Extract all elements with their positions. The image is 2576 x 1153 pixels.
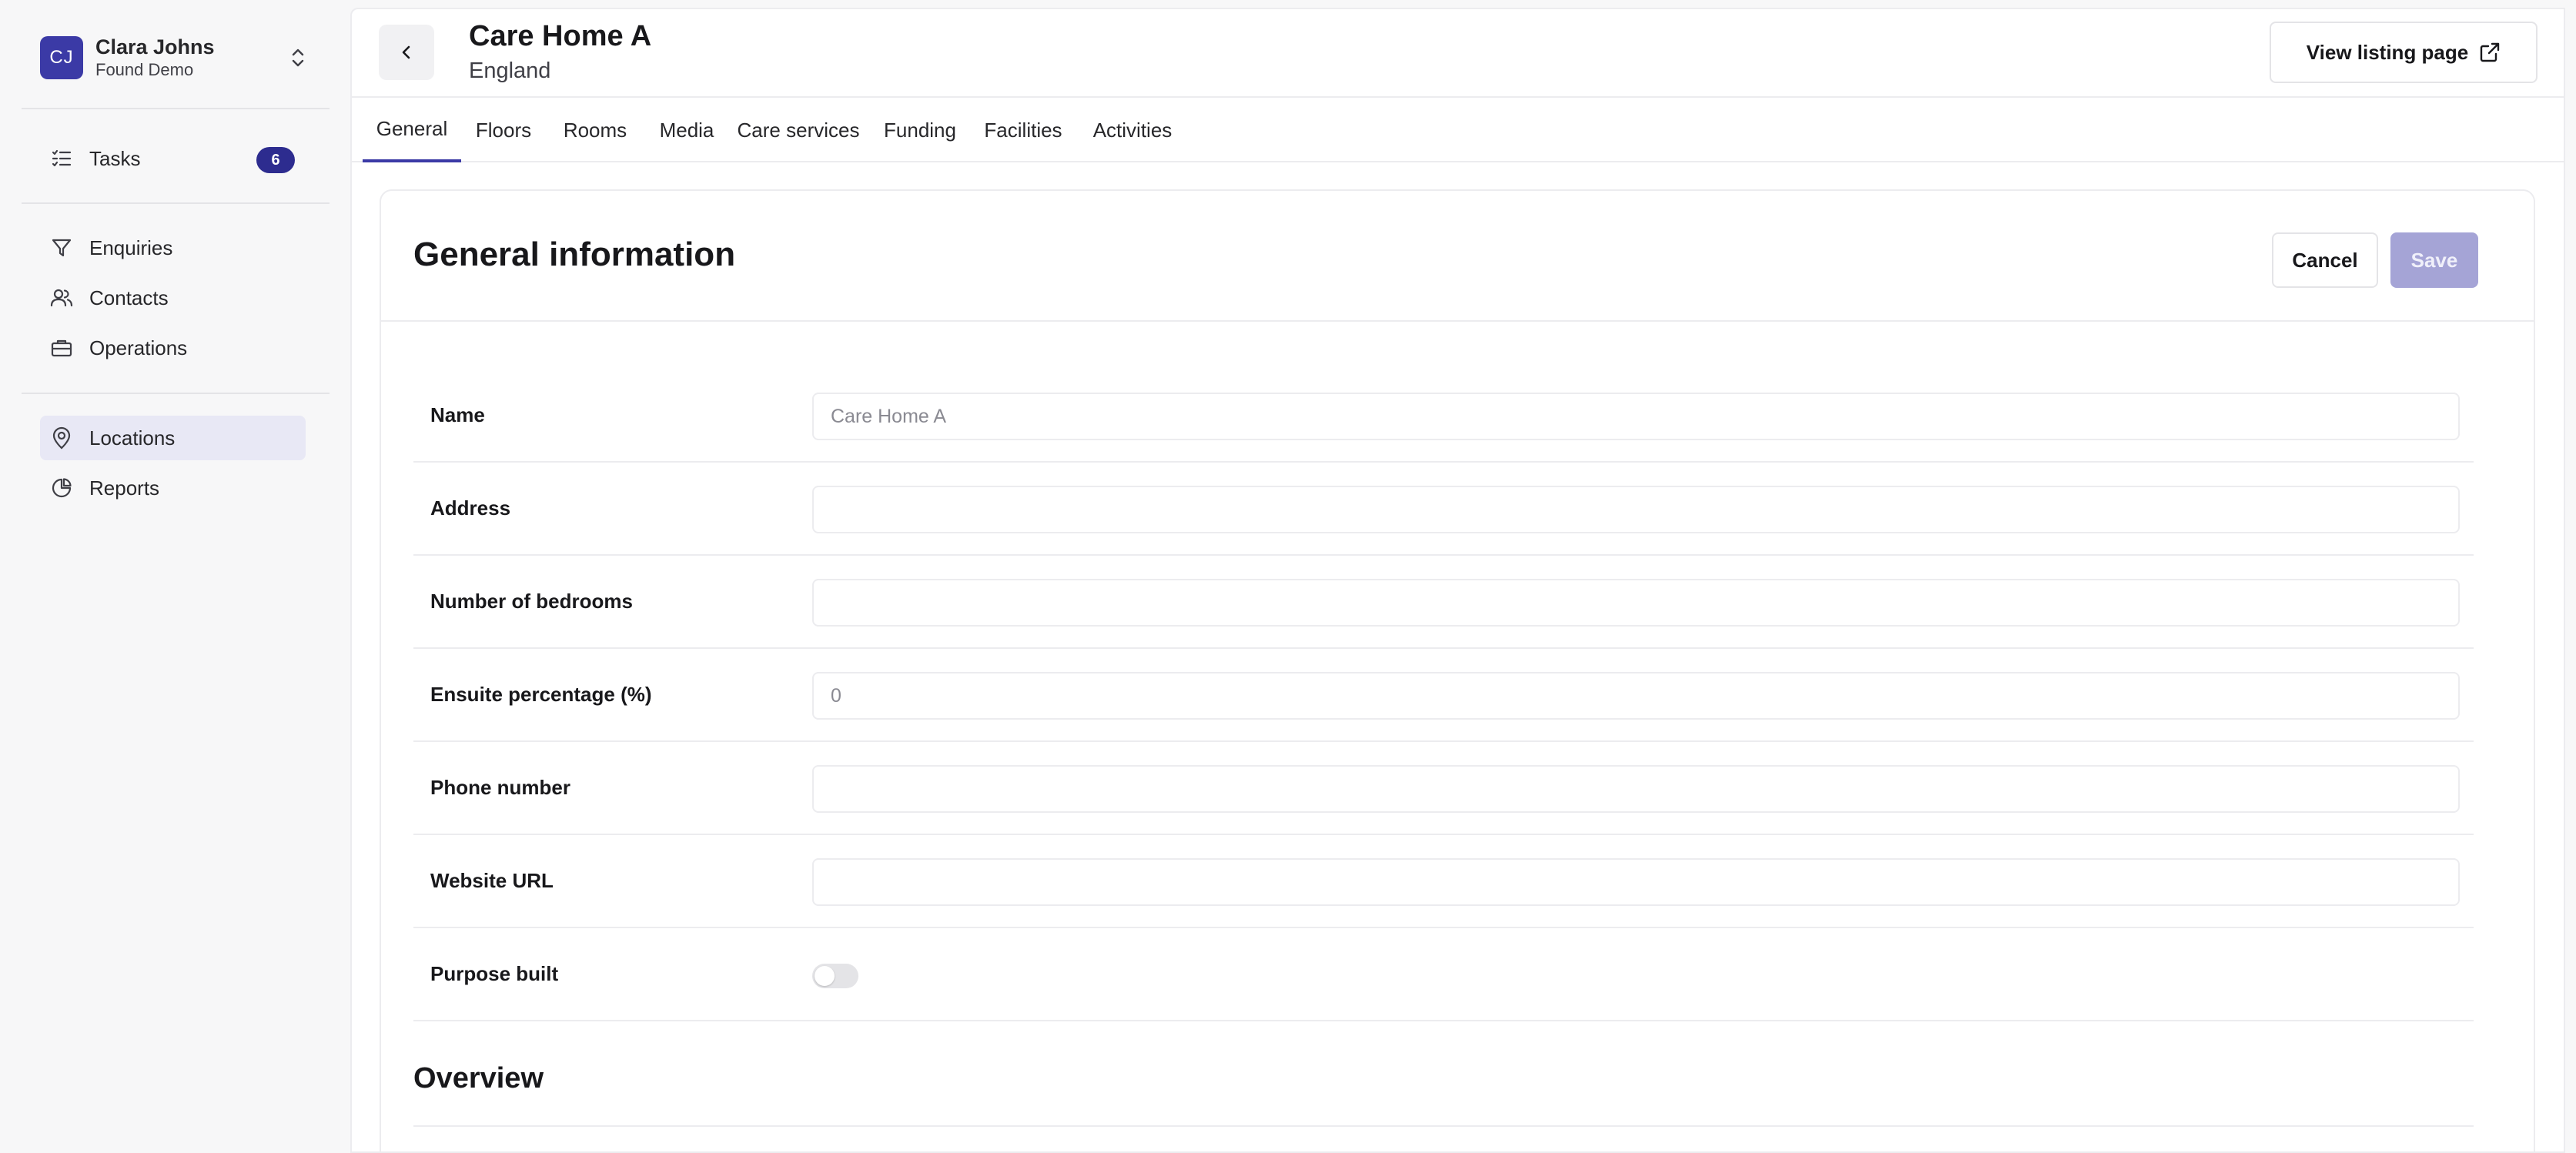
phone-input[interactable] (812, 765, 2460, 813)
tab-rooms[interactable]: Rooms (557, 98, 634, 162)
website-url-input[interactable] (812, 858, 2460, 906)
chevron-up-down-icon[interactable] (286, 45, 309, 71)
sidebar-item-contacts[interactable]: Contacts (40, 276, 306, 320)
tab-general[interactable]: General (363, 98, 461, 162)
section-title: General information (413, 236, 736, 273)
tab-media[interactable]: Media (652, 98, 721, 162)
account-switcher[interactable]: CJ Clara Johns Found Demo (40, 34, 309, 82)
sidebar-item-label: Locations (89, 426, 176, 450)
list-check-icon (49, 146, 74, 171)
chevron-left-icon (402, 45, 410, 59)
tab-activities[interactable]: Activities (1088, 98, 1177, 162)
sidebar-item-enquiries[interactable]: Enquiries (40, 226, 306, 270)
sidebar-divider (22, 108, 330, 109)
toggle-knob (815, 966, 835, 986)
users-icon (49, 286, 74, 310)
section-divider (413, 1125, 2474, 1127)
form-row-ensuite: Ensuite percentage (%) (413, 649, 2474, 742)
sidebar-divider (22, 202, 330, 204)
field-label: Purpose built (430, 962, 559, 985)
page-title: Care Home A (469, 20, 652, 52)
main-panel: Care Home A England View listing page Ge… (350, 8, 2565, 1153)
account-name: Clara Johns (95, 35, 215, 58)
card-header: General information Cancel Save (381, 191, 2534, 322)
tasks-count-badge: 6 (256, 147, 295, 173)
tab-facilities[interactable]: Facilities (975, 98, 1071, 162)
field-label: Website URL (430, 869, 554, 892)
tab-bar: General Floors Rooms Media Care services… (352, 98, 2564, 162)
back-button[interactable] (379, 25, 434, 80)
form-row-phone: Phone number (413, 742, 2474, 835)
view-listing-label: View listing page (2306, 40, 2469, 64)
overview-title: Overview (413, 1062, 544, 1095)
field-label: Name (430, 403, 485, 426)
map-pin-icon (49, 426, 74, 450)
page-header: Care Home A England View listing page (352, 9, 2564, 98)
view-listing-button[interactable]: View listing page (2270, 22, 2538, 83)
sidebar-item-label: Reports (89, 476, 160, 500)
sidebar-item-label: Tasks (89, 146, 141, 170)
form-row-purpose-built: Purpose built (413, 928, 2474, 1021)
form-row-name: Name (413, 369, 2474, 463)
page-subtitle: England (469, 58, 551, 83)
field-label: Address (430, 496, 511, 520)
sidebar-item-label: Contacts (89, 286, 169, 309)
account-org: Found Demo (95, 60, 194, 79)
tab-floors[interactable]: Floors (469, 98, 538, 162)
address-input[interactable] (812, 486, 2460, 533)
field-label: Number of bedrooms (430, 590, 633, 613)
form-row-bedrooms: Number of bedrooms (413, 556, 2474, 649)
bedrooms-input[interactable] (812, 579, 2460, 627)
name-input[interactable] (812, 393, 2460, 440)
general-information-card: General information Cancel Save Name Add… (380, 189, 2535, 1151)
sidebar-item-operations[interactable]: Operations (40, 326, 306, 370)
field-label: Phone number (430, 776, 571, 799)
sidebar-item-label: Operations (89, 336, 188, 359)
briefcase-icon (49, 336, 74, 360)
form-row-address: Address (413, 463, 2474, 556)
pie-chart-icon (49, 476, 74, 500)
external-link-icon (2479, 42, 2501, 63)
sidebar-item-label: Enquiries (89, 236, 173, 259)
save-button[interactable]: Save (2390, 232, 2478, 288)
sidebar-divider (22, 393, 330, 394)
sidebar: CJ Clara Johns Found Demo Tasks 6 Enquir… (0, 0, 350, 1153)
filter-icon (49, 236, 74, 260)
sidebar-item-tasks[interactable]: Tasks 6 (40, 136, 306, 181)
purpose-built-toggle[interactable] (812, 964, 858, 988)
ensuite-percentage-input[interactable] (812, 672, 2460, 720)
tab-funding[interactable]: Funding (880, 98, 960, 162)
avatar: CJ (40, 36, 83, 79)
account-info: Clara Johns Found Demo (95, 35, 215, 81)
cancel-button[interactable]: Cancel (2272, 232, 2378, 288)
field-label: Ensuite percentage (%) (430, 683, 652, 706)
sidebar-item-locations[interactable]: Locations (40, 416, 306, 460)
sidebar-item-reports[interactable]: Reports (40, 466, 306, 510)
form-row-website: Website URL (413, 835, 2474, 928)
tab-care-services[interactable]: Care services (737, 98, 860, 162)
